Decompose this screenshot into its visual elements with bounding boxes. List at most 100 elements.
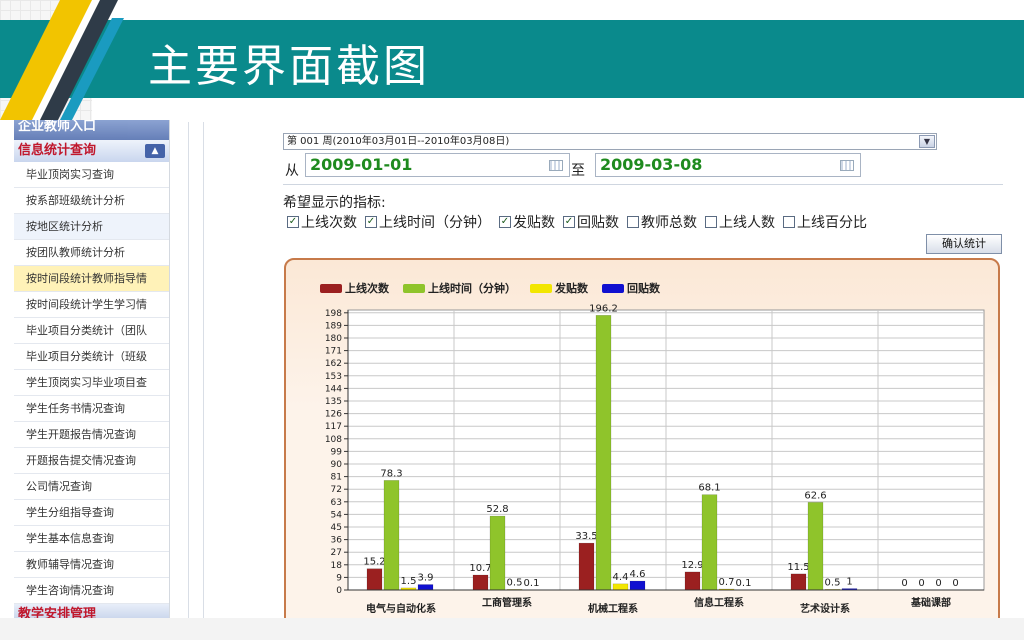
data-label: 11.5 [787,562,809,573]
data-label: 0.5 [825,577,841,588]
y-tick-label: 198 [325,309,342,319]
bar [383,480,400,591]
y-tick-label: 180 [325,334,342,344]
date-to-input[interactable]: 2009-03-08 [595,153,861,177]
sidebar-item[interactable]: 学生基本信息查询 [14,526,169,552]
sidebar-item[interactable]: 按团队教师统计分析 [14,240,169,266]
y-tick-label: 153 [325,372,342,382]
checkbox-label: 上线次数 [301,215,357,231]
y-tick-label: 189 [325,321,342,331]
checkbox-icon[interactable]: ✓ [365,216,377,228]
y-tick-label: 0 [336,586,342,596]
divider [283,184,1003,185]
y-tick-label: 72 [331,485,342,495]
data-label: 1.5 [401,576,417,587]
slide: 主要界面截图 企业教师入口 信息统计查询 ▲ 毕业顶岗实习查询 按系部班级统计分析… [0,0,1024,640]
sidebar-item[interactable]: 按时间段统计教师指导情 [14,266,169,292]
sidebar-item[interactable]: 学生咨询情况查询 [14,578,169,604]
indicator-checkbox[interactable]: ✓ 回贴数 [563,212,619,232]
y-tick-label: 144 [325,384,342,394]
y-tick-label: 162 [325,359,342,369]
decorative-stripes [0,0,124,120]
footer-band [0,618,1024,640]
sidebar-header-statistics[interactable]: 信息统计查询 ▲ [14,140,169,162]
sidebar-item[interactable]: 按系部班级统计分析 [14,188,169,214]
data-label: 0 [935,578,941,589]
confirm-statistics-button[interactable]: 确认统计 [926,234,1002,254]
y-tick-label: 99 [331,447,343,457]
sidebar-item[interactable]: 公司情况查询 [14,474,169,500]
data-label: 52.8 [486,504,508,515]
chevron-down-icon[interactable]: ▼ [919,135,935,148]
to-label: 至 [571,163,585,179]
bar-chart: 0 9 18 27 36 45 54 63 72 81 90 99 108 117 126 135 144 153… [325,303,985,615]
bar [578,542,595,591]
sidebar-item[interactable]: 开题报告提交情况查询 [14,448,169,474]
bar [790,573,807,591]
checkbox-icon[interactable]: ✓ [287,216,299,228]
sidebar-item[interactable]: 学生任务书情况查询 [14,396,169,422]
sidebar-items: 毕业顶岗实习查询 按系部班级统计分析 按地区统计分析 按团队教师统计分析 按时间段统计教… [14,162,169,604]
y-tick-label: 90 [331,460,343,470]
data-label: 62.6 [804,490,826,501]
indicator-checkbox[interactable]: ✓ 上线时间（分钟） [365,212,491,232]
sidebar-item[interactable]: 毕业顶岗实习查询 [14,162,169,188]
date-from-value: 2009-01-01 [310,155,413,174]
data-label: 3.9 [418,573,434,584]
data-label: 0.5 [507,577,523,588]
sidebar: 企业教师入口 信息统计查询 ▲ 毕业顶岗实习查询 按系部班级统计分析 按地区统计分析… [14,120,170,620]
from-label: 从 [285,163,299,179]
data-label: 12.9 [681,560,703,571]
week-select-value: 第 001 周(2010年03月01日--2010年03月08日) [287,136,510,147]
checkbox-icon[interactable] [705,216,717,228]
y-tick-label: 9 [336,573,342,583]
data-label: 1 [846,577,852,588]
checkbox-label: 发贴数 [513,215,555,231]
sidebar-item[interactable]: 学生开题报告情况查询 [14,422,169,448]
sidebar-item[interactable]: 学生分组指导查询 [14,500,169,526]
y-tick-label: 108 [325,435,342,445]
calendar-icon[interactable] [549,160,563,171]
sidebar-item[interactable]: 学生顶岗实习毕业项目查 [14,370,169,396]
y-tick-label: 36 [331,536,343,546]
bar [366,568,383,591]
date-from-input[interactable]: 2009-01-01 [305,153,570,177]
x-tick-label: 艺术设计系 [800,602,850,615]
indicator-checkbox[interactable]: ✓ 上线次数 [287,212,357,232]
sidebar-header-label: 信息统计查询 [18,143,97,158]
sidebar-item[interactable]: 按地区统计分析 [14,214,169,240]
data-label: 4.4 [613,572,629,583]
sidebar-header-teacher-portal[interactable]: 企业教师入口 [14,120,169,140]
data-label: 68.1 [698,483,720,494]
checkbox-icon[interactable]: ✓ [499,216,511,228]
checkbox-icon[interactable]: ✓ [563,216,575,228]
bar [489,515,506,591]
y-tick-label: 81 [331,473,342,483]
sidebar-item[interactable]: 毕业项目分类统计（班级 [14,344,169,370]
indicator-checkbox[interactable]: 上线人数 [705,212,775,232]
y-tick-label: 117 [325,422,342,432]
collapse-icon[interactable]: ▲ [145,144,165,158]
sidebar-item[interactable]: 毕业项目分类统计（团队 [14,318,169,344]
y-tick-label: 18 [331,561,343,571]
indicators-label: 希望显示的指标: [283,195,386,211]
y-tick-label: 171 [325,347,342,357]
indicator-checkbox[interactable]: ✓ 发贴数 [499,212,555,232]
indicator-checkbox[interactable]: 教师总数 [627,212,697,232]
bar [612,583,629,591]
sidebar-item[interactable]: 教师辅导情况查询 [14,552,169,578]
data-label: 4.6 [630,569,646,580]
bar [417,584,434,591]
chart-panel: 上线次数 上线时间（分钟） 发贴数 回贴数 0 9 18 27 36 45 54 63 72 81 90 9… [284,258,1000,630]
x-tick-label: 电气与自动化系 [366,602,436,615]
x-tick-label: 基础课部 [910,596,951,609]
week-select[interactable]: 第 001 周(2010年03月01日--2010年03月08日) ▼ [283,133,937,150]
calendar-icon[interactable] [840,160,854,171]
x-tick-label: 工商管理系 [482,596,532,609]
y-tick-label: 54 [331,510,343,520]
data-label: 0.1 [524,578,540,589]
indicator-checkbox[interactable]: 上线百分比 [783,212,867,232]
sidebar-item[interactable]: 按时间段统计学生学习情 [14,292,169,318]
checkbox-icon[interactable] [627,216,639,228]
checkbox-icon[interactable] [783,216,795,228]
